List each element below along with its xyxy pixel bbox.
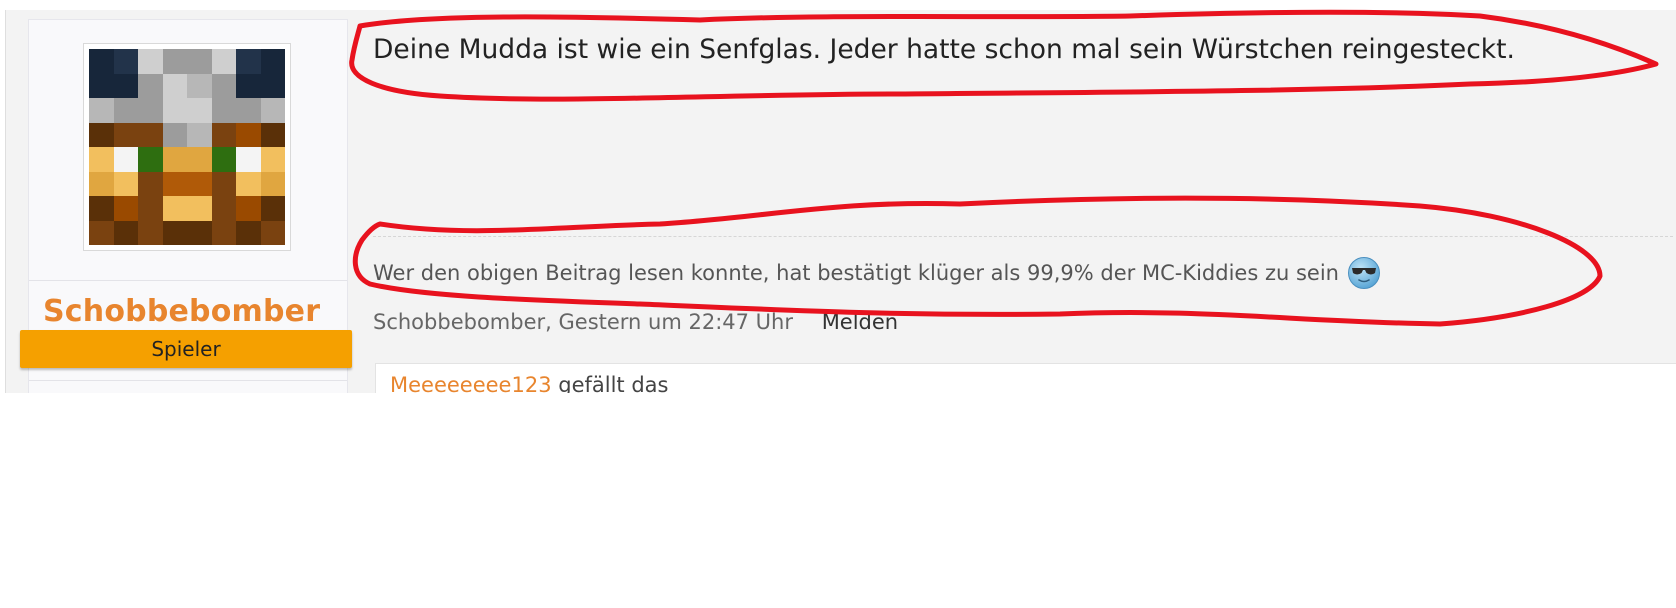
likes-summary: Meeeeeeee123 gefällt das [375, 363, 1676, 393]
avatar-pixel [162, 98, 187, 123]
avatar-pixel [236, 220, 261, 245]
avatar-pixel [260, 147, 285, 172]
avatar-pixel [138, 122, 163, 147]
avatar-pixel [113, 49, 138, 74]
post-signature: Wer den obigen Beitrag lesen konnte, hat… [373, 256, 1381, 290]
username-link[interactable]: Schobbebomber [43, 294, 320, 329]
avatar-pixel [187, 49, 212, 74]
user-info-panel: Schobbebomber Spieler [20, 19, 352, 393]
avatar-pixel [236, 171, 261, 196]
avatar-pixel [162, 147, 187, 172]
avatar-pixel [236, 147, 261, 172]
avatar-pixel [211, 171, 236, 196]
post-author-link[interactable]: Schobbebomber [373, 310, 545, 334]
avatar-pixel [89, 98, 114, 123]
post-meta: Schobbebomber, Gestern um 22:47 Uhr Meld… [373, 310, 898, 334]
avatar-pixel [162, 171, 187, 196]
avatar-pixel [260, 220, 285, 245]
avatar-pixel [211, 196, 236, 221]
rank-badge: Spieler [20, 330, 352, 368]
avatar-pixel [89, 147, 114, 172]
avatar-pixel [89, 122, 114, 147]
panel-divider-bottom [29, 380, 347, 381]
screenshot-stage: Schobbebomber Spieler Deine Mudda ist wi… [0, 0, 1676, 608]
likes-text: Meeeeeeee123 gefällt das [390, 373, 668, 393]
avatar-pixel [236, 196, 261, 221]
avatar-pixel [89, 220, 114, 245]
avatar-pixel [162, 73, 187, 98]
avatar-pixel [162, 122, 187, 147]
signature-divider [373, 236, 1673, 237]
avatar-pixel [187, 98, 212, 123]
avatar-pixel [138, 220, 163, 245]
avatar-pixel [113, 147, 138, 172]
avatar-pixel [236, 49, 261, 74]
avatar-pixel [236, 73, 261, 98]
avatar-pixel [211, 122, 236, 147]
avatar-pixel [138, 49, 163, 74]
avatar-pixel [138, 98, 163, 123]
avatar-pixel [113, 122, 138, 147]
avatar-pixel [113, 220, 138, 245]
avatar-pixel [138, 147, 163, 172]
avatar-pixel [162, 196, 187, 221]
avatar-pixel [89, 49, 114, 74]
avatar-pixel [236, 98, 261, 123]
avatar-pixel [162, 49, 187, 74]
avatar-pixel [211, 49, 236, 74]
cool-smiley-icon [1347, 257, 1380, 289]
avatar-pixel [113, 98, 138, 123]
avatar-pixel [187, 220, 212, 245]
avatar-pixel [260, 98, 285, 123]
report-link[interactable]: Melden [822, 310, 898, 334]
avatar-pixel [187, 171, 212, 196]
minecraft-skin-face-icon [89, 49, 285, 245]
post-message: Deine Mudda ist wie ein Senfglas. Jeder … [373, 34, 1515, 65]
avatar-pixel [211, 220, 236, 245]
avatar-pixel [211, 98, 236, 123]
avatar-pixel [187, 147, 212, 172]
avatar-pixel [138, 73, 163, 98]
avatar-pixel [138, 171, 163, 196]
avatar-pixel [236, 122, 261, 147]
panel-divider [29, 280, 347, 281]
avatar-pixel [187, 122, 212, 147]
avatar-pixel [187, 73, 212, 98]
avatar-pixel [260, 73, 285, 98]
avatar-pixel [138, 196, 163, 221]
forum-post: Schobbebomber Spieler Deine Mudda ist wi… [5, 10, 1676, 393]
avatar-pixel [260, 171, 285, 196]
avatar-pixel [187, 196, 212, 221]
avatar-pixel [113, 171, 138, 196]
avatar-pixel [211, 147, 236, 172]
avatar-pixel [113, 196, 138, 221]
avatar-pixel [113, 73, 138, 98]
signature-text: Wer den obigen Beitrag lesen konnte, hat… [373, 261, 1339, 285]
avatar-pixel [260, 122, 285, 147]
avatar-pixel [89, 171, 114, 196]
avatar-pixel [89, 73, 114, 98]
avatar-pixel [211, 73, 236, 98]
likes-suffix: gefällt das [558, 373, 669, 393]
liking-user-link[interactable]: Meeeeeeee123 [390, 373, 552, 393]
avatar-pixel [260, 49, 285, 74]
meta-separator: , [545, 310, 559, 334]
post-date[interactable]: Gestern um 22:47 Uhr [559, 310, 794, 334]
avatar-pixel [162, 220, 187, 245]
avatar[interactable] [83, 43, 291, 251]
avatar-pixel [260, 196, 285, 221]
avatar-pixel [89, 196, 114, 221]
